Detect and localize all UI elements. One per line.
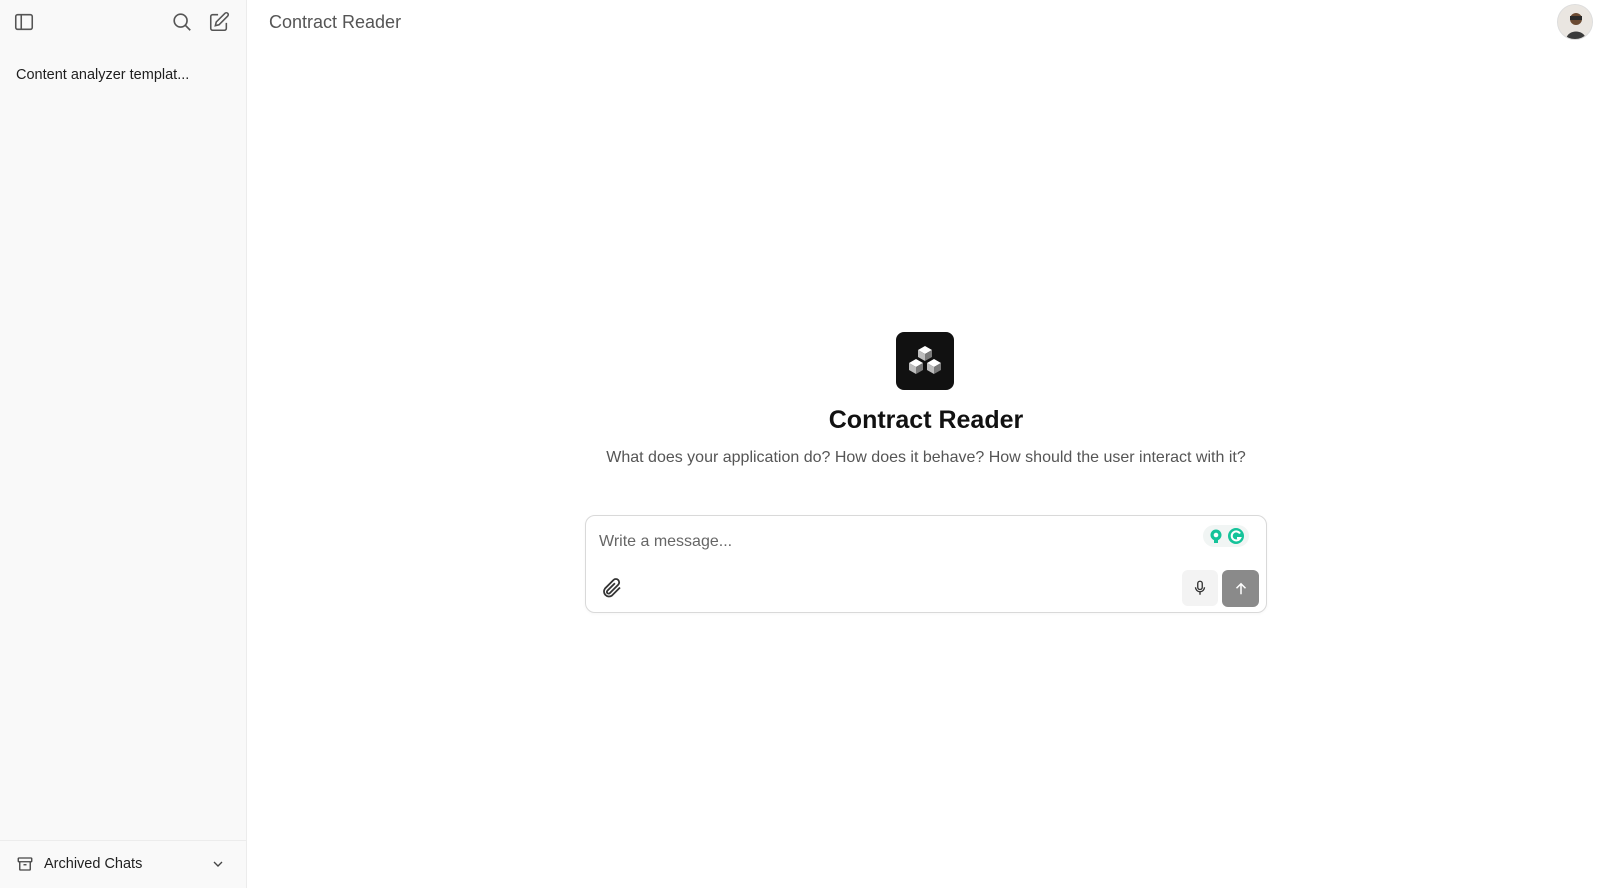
send-button[interactable] [1222, 570, 1259, 607]
app-logo [896, 332, 954, 390]
sidebar: Content analyzer templat... Archived Cha… [0, 0, 247, 888]
archived-chats-label: Archived Chats [44, 856, 143, 872]
cubes-icon [909, 346, 941, 374]
search-icon[interactable] [170, 10, 194, 34]
arrow-up-icon [1235, 582, 1246, 594]
new-chat-icon[interactable] [207, 10, 231, 34]
chat-history-item[interactable]: Content analyzer templat... [16, 64, 216, 86]
app-title: Contract Reader [828, 406, 1024, 434]
page-title: Contract Reader [269, 12, 402, 32]
grammarly-widget[interactable] [1203, 525, 1249, 547]
sidebar-toggle-icon[interactable] [12, 10, 36, 34]
message-input[interactable] [599, 530, 1179, 554]
microphone-button[interactable] [1182, 570, 1218, 606]
paperclip-icon[interactable] [600, 576, 624, 600]
message-composer [585, 515, 1267, 613]
app-description: What does your application do? How does … [606, 449, 1246, 466]
microphone-icon [1194, 580, 1206, 595]
grammarly-icon [1203, 525, 1249, 547]
archived-chats-toggle[interactable]: Archived Chats [0, 840, 246, 888]
archive-icon [17, 857, 33, 871]
avatar[interactable] [1557, 4, 1593, 40]
chevron-down-icon [213, 861, 223, 867]
